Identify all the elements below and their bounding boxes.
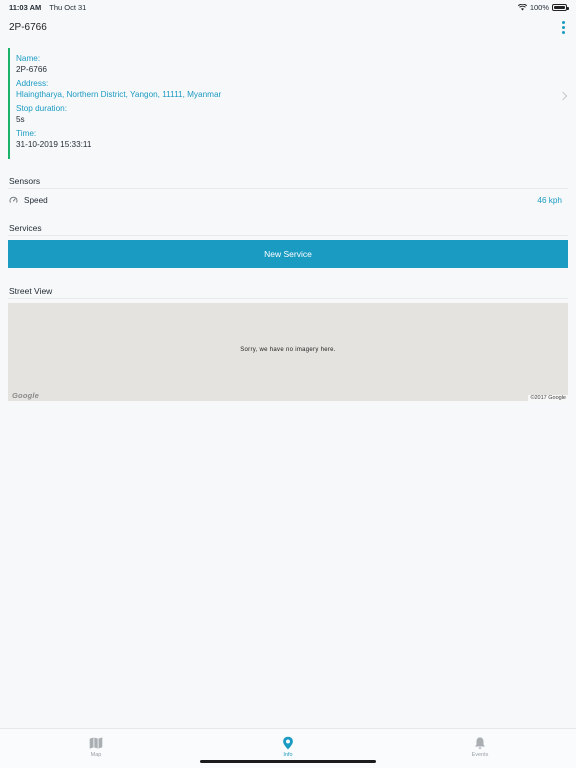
tab-label-map: Map [90,752,102,758]
sensor-value: 46 kph [537,195,562,205]
status-bar: 11:03 AM Thu Oct 31 100% [0,0,576,14]
wifi-icon [517,3,527,10]
services-divider [8,235,568,236]
google-logo: Google [12,391,40,400]
map-icon [89,737,103,749]
stop-duration-value: 5s [16,115,25,124]
sensors-section-title: Sensors [9,176,41,186]
street-view-section-title: Street View [9,286,53,296]
gauge-icon [9,196,18,203]
status-time: 11:03 AM [9,2,42,12]
no-imagery-message: Sorry, we have no imagery here. [240,347,336,353]
home-indicator [200,760,376,763]
street-view-panel[interactable]: Sorry, we have no imagery here. Google ©… [8,303,568,401]
tab-label-events: Events [471,752,489,758]
battery-percent: 100% [529,2,549,12]
tab-label-info: Info [283,752,293,758]
battery-icon [552,3,569,11]
bell-icon [475,737,485,749]
status-date: Thu Oct 31 [49,2,87,12]
street-view-divider [8,298,568,299]
sensor-row-speed: Speed 46 kph [8,192,568,208]
services-section-title: Services [9,223,42,233]
time-value: 31-10-2019 15:33:11 [16,140,92,149]
more-options-icon[interactable] [559,20,567,34]
status-right: 100% [517,2,569,12]
stop-detail-card[interactable]: Name: 2P-6766 Address: Hlaingtharya, Nor… [8,48,568,159]
address-value[interactable]: Hlaingtharya, Northern District, Yangon,… [16,89,568,100]
name-value: 2P-6766 [16,65,47,74]
nav-bar: 2P-6766 [0,14,576,40]
location-pin-icon [283,736,293,750]
page-title: 2P-6766 [9,21,47,33]
time-label: Time: [16,129,37,138]
new-service-button[interactable]: New Service [8,240,568,268]
sensor-label: Speed [24,195,48,205]
address-label: Address: [16,79,49,88]
tab-map[interactable]: Map [0,729,192,768]
tab-events[interactable]: Events [384,729,576,768]
map-copyright: ©2017 Google [528,395,568,401]
sensors-divider [8,188,568,189]
stop-duration-label: Stop duration: [16,104,67,113]
name-label: Name: [16,54,41,63]
